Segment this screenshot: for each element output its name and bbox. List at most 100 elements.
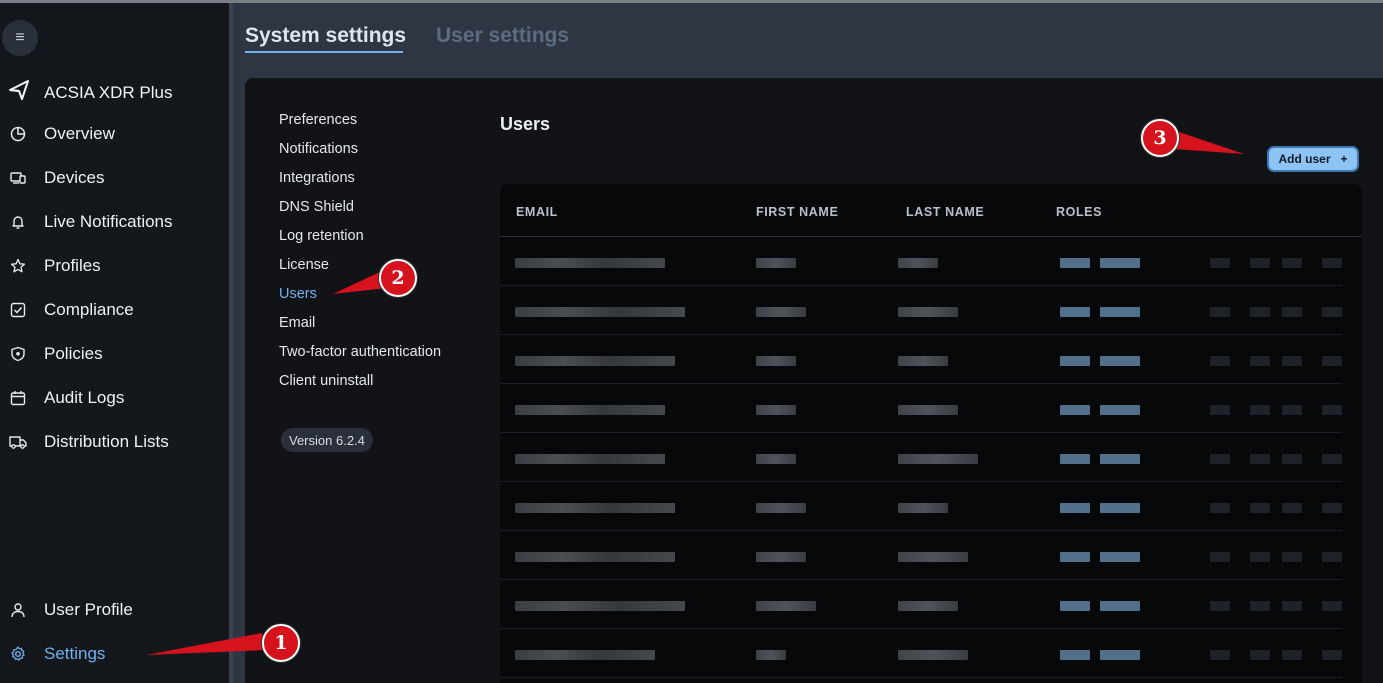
table-row[interactable] [500, 237, 1342, 286]
row-action-icon[interactable] [1282, 650, 1302, 660]
star-icon [8, 256, 28, 276]
row-action-icon[interactable] [1322, 552, 1342, 562]
row-action-icon[interactable] [1322, 503, 1342, 513]
table-row[interactable] [500, 629, 1342, 678]
sidebar-item-policies[interactable]: Policies [8, 340, 103, 368]
row-action-icon[interactable] [1250, 503, 1270, 513]
column-header-roles[interactable]: ROLES [1056, 205, 1102, 219]
redacted-role [1100, 258, 1140, 268]
version-badge: Version 6.2.4 [281, 428, 373, 452]
hamburger-menu-button[interactable]: ≡ [2, 20, 38, 56]
row-action-icon[interactable] [1282, 454, 1302, 464]
table-row[interactable] [500, 384, 1342, 433]
row-action-icon[interactable] [1322, 601, 1342, 611]
sidebar-item-overview[interactable]: Overview [8, 120, 115, 148]
sidebar-divider [229, 3, 233, 683]
sidebar-item-devices[interactable]: Devices [8, 164, 104, 192]
row-action-icon[interactable] [1210, 405, 1230, 415]
settings-menu-license[interactable]: License [279, 257, 329, 273]
sidebar-item-profiles[interactable]: Profiles [8, 252, 101, 280]
row-action-icon[interactable] [1322, 405, 1342, 415]
row-action-icon[interactable] [1282, 503, 1302, 513]
table-row[interactable] [500, 335, 1342, 384]
redacted-first-name [756, 307, 806, 317]
row-action-icon[interactable] [1210, 454, 1230, 464]
redacted-role [1100, 503, 1140, 513]
table-row[interactable] [500, 531, 1342, 580]
sidebar-item-user-profile[interactable]: User Profile [8, 596, 133, 624]
redacted-first-name [756, 356, 796, 366]
row-action-icon[interactable] [1210, 650, 1230, 660]
row-action-icon[interactable] [1282, 307, 1302, 317]
sidebar-item-label: Compliance [44, 300, 134, 319]
redacted-last-name [898, 356, 948, 366]
settings-menu-notifications[interactable]: Notifications [279, 141, 358, 157]
redacted-email [515, 258, 665, 268]
settings-menu-client-uninstall[interactable]: Client uninstall [279, 373, 373, 389]
column-header-first-name[interactable]: FIRST NAME [756, 205, 838, 219]
redacted-first-name [756, 503, 806, 513]
row-action-icon[interactable] [1210, 258, 1230, 268]
shield-icon [8, 344, 28, 364]
settings-menu-log-retention[interactable]: Log retention [279, 228, 364, 244]
row-action-icon[interactable] [1250, 552, 1270, 562]
sidebar-item-audit-logs[interactable]: Audit Logs [8, 384, 124, 412]
settings-menu-users[interactable]: Users [279, 286, 317, 302]
sidebar-item-label: Audit Logs [44, 388, 125, 407]
settings-menu-two-factor-authentication[interactable]: Two-factor authentication [279, 344, 441, 360]
settings-menu-preferences[interactable]: Preferences [279, 112, 357, 128]
redacted-role [1060, 356, 1090, 366]
table-row[interactable] [500, 482, 1342, 531]
row-action-icon[interactable] [1322, 307, 1342, 317]
row-action-icon[interactable] [1210, 356, 1230, 366]
user-icon [8, 600, 28, 620]
table-row[interactable] [500, 433, 1342, 482]
redacted-role [1060, 454, 1090, 464]
sidebar-item-live-notifications[interactable]: Live Notifications [8, 208, 173, 236]
row-action-icon[interactable] [1322, 454, 1342, 464]
redacted-first-name [756, 258, 796, 268]
row-action-icon[interactable] [1322, 258, 1342, 268]
row-action-icon[interactable] [1282, 258, 1302, 268]
row-action-icon[interactable] [1250, 307, 1270, 317]
sidebar-item-compliance[interactable]: Compliance [8, 296, 134, 324]
row-action-icon[interactable] [1250, 454, 1270, 464]
sidebar-item-label: Policies [44, 344, 103, 363]
settings-menu-dns-shield[interactable]: DNS Shield [279, 199, 354, 215]
tab-user-settings[interactable]: User settings [436, 24, 569, 48]
row-action-icon[interactable] [1250, 356, 1270, 366]
row-action-icon[interactable] [1210, 552, 1230, 562]
redacted-role [1100, 405, 1140, 415]
row-action-icon[interactable] [1282, 552, 1302, 562]
sidebar-item-distribution-lists[interactable]: Distribution Lists [8, 428, 169, 456]
row-action-icon[interactable] [1250, 405, 1270, 415]
row-action-icon[interactable] [1250, 258, 1270, 268]
row-action-icon[interactable] [1210, 601, 1230, 611]
column-header-last-name[interactable]: LAST NAME [906, 205, 984, 219]
row-action-icon[interactable] [1322, 650, 1342, 660]
row-action-icon[interactable] [1210, 307, 1230, 317]
redacted-role [1100, 454, 1140, 464]
add-user-button[interactable]: Add user + [1267, 146, 1359, 172]
redacted-email [515, 307, 685, 317]
sidebar-item-settings[interactable]: Settings [8, 640, 105, 668]
table-row[interactable] [500, 286, 1342, 335]
settings-menu-integrations[interactable]: Integrations [279, 170, 355, 186]
redacted-last-name [898, 503, 948, 513]
redacted-role [1060, 258, 1090, 268]
row-action-icon[interactable] [1250, 650, 1270, 660]
row-action-icon[interactable] [1282, 405, 1302, 415]
table-row[interactable] [500, 580, 1342, 629]
column-header-email[interactable]: EMAIL [516, 205, 558, 219]
tab-system-settings[interactable]: System settings [245, 24, 406, 48]
brand[interactable]: ACSIA XDR Plus [8, 79, 173, 106]
row-action-icon[interactable] [1322, 356, 1342, 366]
row-action-icon[interactable] [1282, 356, 1302, 366]
redacted-role [1060, 405, 1090, 415]
devices-icon [8, 168, 28, 188]
settings-menu-email[interactable]: Email [279, 315, 315, 331]
redacted-last-name [898, 258, 938, 268]
row-action-icon[interactable] [1210, 503, 1230, 513]
row-action-icon[interactable] [1250, 601, 1270, 611]
row-action-icon[interactable] [1282, 601, 1302, 611]
